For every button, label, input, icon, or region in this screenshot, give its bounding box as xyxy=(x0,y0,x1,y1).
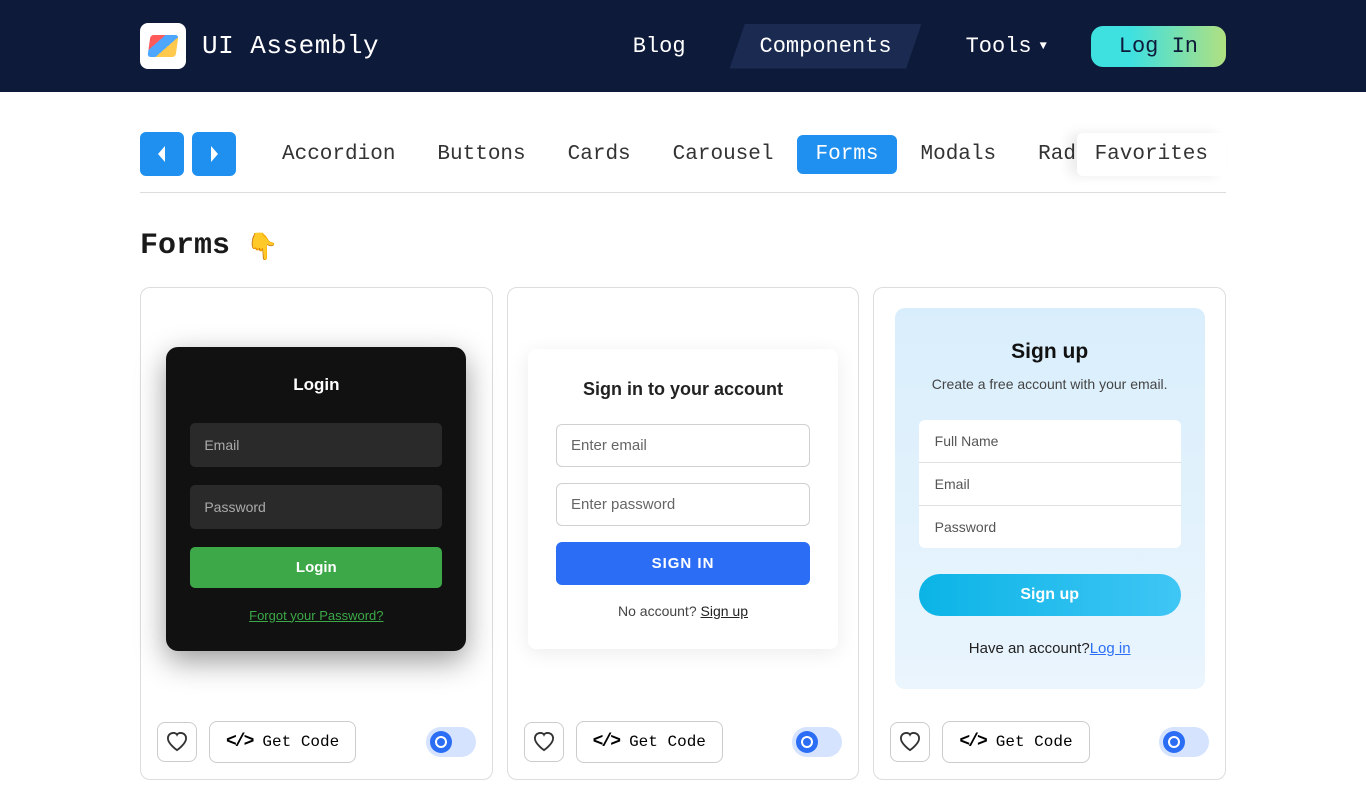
site-header: UI Assembly Blog Components Tools ▼ Log … xyxy=(0,0,1366,92)
email-field[interactable] xyxy=(919,463,1181,506)
code-icon: </> xyxy=(593,732,619,752)
password-field[interactable] xyxy=(919,506,1181,548)
pointing-down-icon: 👇 xyxy=(246,231,278,262)
get-code-button[interactable]: </> Get Code xyxy=(576,721,723,763)
cards-grid: Login Login Forgot your Password? </> Ge… xyxy=(0,263,1366,804)
code-icon: </> xyxy=(959,732,985,752)
toggle-knob xyxy=(796,731,818,753)
fullname-field[interactable] xyxy=(919,420,1181,463)
get-code-label: Get Code xyxy=(629,733,706,751)
component-card: Sign up Create a free account with your … xyxy=(873,287,1226,780)
scroll-left-button[interactable] xyxy=(140,132,184,176)
heart-icon xyxy=(899,732,921,752)
tab-favorites[interactable]: Favorites xyxy=(1077,133,1226,176)
nav-components[interactable]: Components xyxy=(730,24,922,69)
card-preview: Sign up Create a free account with your … xyxy=(874,288,1225,709)
form-title: Login xyxy=(190,375,442,395)
footer-text: Have an account? xyxy=(969,640,1090,657)
get-code-label: Get Code xyxy=(996,733,1073,751)
form-footer: Have an account?Log in xyxy=(919,640,1181,657)
card-footer: </> Get Code xyxy=(874,709,1225,779)
chevron-down-icon: ▼ xyxy=(1040,39,1047,53)
tab-accordion[interactable]: Accordion xyxy=(264,135,413,174)
get-code-button[interactable]: </> Get Code xyxy=(942,721,1089,763)
get-code-label: Get Code xyxy=(262,733,339,751)
card-preview: Login Login Forgot your Password? xyxy=(141,288,492,709)
tab-carousel[interactable]: Carousel xyxy=(655,135,792,174)
signin-form-light: Sign in to your account SIGN IN No accou… xyxy=(528,349,838,649)
nav-tools-label: Tools xyxy=(966,34,1032,59)
form-title: Sign up xyxy=(919,340,1181,364)
logo-icon[interactable] xyxy=(140,23,186,69)
code-icon: </> xyxy=(226,732,252,752)
tab-forms[interactable]: Forms xyxy=(797,135,896,174)
page-title: Forms xyxy=(140,229,230,263)
signup-form-blue: Sign up Create a free account with your … xyxy=(895,308,1205,689)
nav-blog[interactable]: Blog xyxy=(617,26,702,67)
toggle-knob xyxy=(430,731,452,753)
component-card: Login Login Forgot your Password? </> Ge… xyxy=(140,287,493,780)
tabs-row: Accordion Buttons Cards Carousel Forms M… xyxy=(140,132,1226,193)
component-card: Sign in to your account SIGN IN No accou… xyxy=(507,287,860,780)
favorite-button[interactable] xyxy=(524,722,564,762)
card-preview: Sign in to your account SIGN IN No accou… xyxy=(508,288,859,709)
scroll-right-button[interactable] xyxy=(192,132,236,176)
heart-icon xyxy=(166,732,188,752)
password-field[interactable] xyxy=(556,483,810,526)
form-title: Sign in to your account xyxy=(556,379,810,400)
theme-toggle[interactable] xyxy=(792,727,842,757)
signup-submit-button[interactable]: Sign up xyxy=(919,574,1181,616)
page-title-row: Forms 👇 xyxy=(0,193,1366,263)
main-nav: Blog Components Tools ▼ Log In xyxy=(617,24,1226,69)
toggle-knob xyxy=(1163,731,1185,753)
email-field[interactable] xyxy=(190,423,442,467)
nav-tools[interactable]: Tools ▼ xyxy=(950,26,1063,67)
footer-text: No account? xyxy=(618,603,701,619)
tab-buttons[interactable]: Buttons xyxy=(419,135,543,174)
get-code-button[interactable]: </> Get Code xyxy=(209,721,356,763)
forgot-password-link[interactable]: Forgot your Password? xyxy=(190,608,442,623)
theme-toggle[interactable] xyxy=(426,727,476,757)
chevron-left-icon xyxy=(154,144,170,164)
login-form-dark: Login Login Forgot your Password? xyxy=(166,347,466,651)
site-title: UI Assembly xyxy=(202,31,379,61)
signup-link[interactable]: Sign up xyxy=(701,603,748,619)
inputs-group xyxy=(919,420,1181,548)
category-tabs-section: Accordion Buttons Cards Carousel Forms M… xyxy=(0,92,1366,193)
theme-toggle[interactable] xyxy=(1159,727,1209,757)
login-link[interactable]: Log in xyxy=(1090,640,1131,657)
chevron-right-icon xyxy=(206,144,222,164)
favorite-button[interactable] xyxy=(890,722,930,762)
email-field[interactable] xyxy=(556,424,810,467)
tab-cards[interactable]: Cards xyxy=(550,135,649,174)
login-submit-button[interactable]: Login xyxy=(190,547,442,588)
favorite-button[interactable] xyxy=(157,722,197,762)
form-footer: No account? Sign up xyxy=(556,603,810,619)
tab-modals[interactable]: Modals xyxy=(903,135,1015,174)
signin-submit-button[interactable]: SIGN IN xyxy=(556,542,810,585)
form-subtitle: Create a free account with your email. xyxy=(919,376,1181,392)
card-footer: </> Get Code xyxy=(508,709,859,779)
card-footer: </> Get Code xyxy=(141,709,492,779)
heart-icon xyxy=(533,732,555,752)
password-field[interactable] xyxy=(190,485,442,529)
logo-section: UI Assembly xyxy=(140,23,379,69)
login-button[interactable]: Log In xyxy=(1091,26,1226,67)
